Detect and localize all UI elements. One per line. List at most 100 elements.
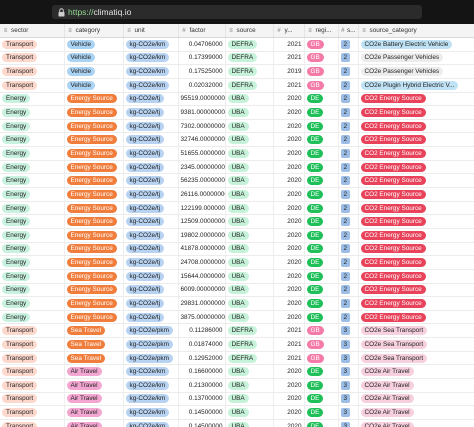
- factor-cell[interactable]: 95519.00000000: [178, 92, 226, 107]
- year-cell[interactable]: 2020: [273, 269, 305, 284]
- sector-cell[interactable]: Transport: [0, 64, 65, 79]
- source-cell[interactable]: UBA: [225, 242, 274, 257]
- factor-cell[interactable]: 19802.00000000: [178, 228, 226, 243]
- sector-cell[interactable]: Energy: [0, 201, 65, 216]
- region-cell[interactable]: GB: [304, 337, 339, 352]
- category-cell[interactable]: Energy Source: [64, 92, 124, 107]
- unit-cell[interactable]: kg-CO2e/tj: [123, 255, 179, 270]
- source-category-cell[interactable]: CO2 Energy Source: [358, 119, 474, 134]
- sector-cell[interactable]: Energy: [0, 132, 65, 148]
- unit-cell[interactable]: kg-CO2e/tj: [123, 228, 179, 243]
- table-row[interactable]: Energy Energy Source kg-CO2e/tj 56235.00000…: [0, 173, 474, 189]
- count-cell[interactable]: 2: [338, 201, 359, 216]
- category-cell[interactable]: Energy Source: [64, 201, 124, 216]
- region-cell[interactable]: DE: [304, 242, 339, 257]
- source-cell[interactable]: DEFRA: [225, 323, 274, 339]
- source-category-cell[interactable]: CO2e Sea Transport: [358, 323, 474, 339]
- unit-cell[interactable]: kg-CO2e/tj: [123, 173, 179, 189]
- source-cell[interactable]: UBA: [225, 405, 274, 420]
- source-cell[interactable]: UBA: [225, 119, 274, 134]
- unit-cell[interactable]: kg-CO2e/tj: [123, 242, 179, 257]
- region-cell[interactable]: GB: [304, 51, 339, 66]
- source-cell[interactable]: UBA: [225, 160, 274, 175]
- table-row[interactable]: Energy Energy Source kg-CO2e/tj 24708.00000…: [0, 255, 474, 270]
- year-cell[interactable]: 2021: [273, 323, 305, 339]
- region-cell[interactable]: DE: [304, 228, 339, 243]
- region-cell[interactable]: DE: [304, 187, 339, 202]
- sector-cell[interactable]: Transport: [0, 323, 65, 339]
- unit-cell[interactable]: kg-CO2e/km: [123, 51, 179, 66]
- table-row[interactable]: Energy Energy Source kg-CO2e/tj 122199.0000…: [0, 201, 474, 216]
- category-cell[interactable]: Energy Source: [64, 146, 124, 161]
- source-category-cell[interactable]: CO2e Sea Transport: [358, 337, 474, 352]
- category-cell[interactable]: Vehicle: [64, 37, 124, 52]
- factor-cell[interactable]: 41878.00000000: [178, 242, 226, 257]
- unit-cell[interactable]: kg-CO2e/km: [123, 378, 179, 393]
- count-cell[interactable]: 3: [338, 351, 359, 366]
- unit-cell[interactable]: kg-CO2e/tj: [123, 201, 179, 216]
- source-category-cell[interactable]: CO2e Passenger Vehicles: [358, 64, 474, 79]
- sector-cell[interactable]: Energy: [0, 283, 65, 298]
- category-cell[interactable]: Energy Source: [64, 214, 124, 229]
- table-row[interactable]: Transport Air Travel kg-CO2e/km 0.21300000 U…: [0, 378, 474, 393]
- column-header-source[interactable]: ≡ source: [225, 24, 274, 38]
- year-cell[interactable]: 2021: [273, 37, 305, 52]
- source-cell[interactable]: DEFRA: [225, 351, 274, 366]
- table-row[interactable]: Energy Energy Source kg-CO2e/tj 15644.00000…: [0, 269, 474, 284]
- category-cell[interactable]: Vehicle: [64, 64, 124, 79]
- sector-cell[interactable]: Energy: [0, 160, 65, 175]
- count-cell[interactable]: 2: [338, 187, 359, 202]
- source-cell[interactable]: UBA: [225, 392, 274, 407]
- sector-cell[interactable]: Transport: [0, 51, 65, 66]
- year-cell[interactable]: 2020: [273, 228, 305, 243]
- region-cell[interactable]: DE: [304, 310, 339, 325]
- table-row[interactable]: Energy Energy Source kg-CO2e/tj 3875.000000…: [0, 310, 474, 325]
- category-cell[interactable]: Vehicle: [64, 78, 124, 93]
- count-cell[interactable]: 2: [338, 283, 359, 298]
- year-cell[interactable]: 2020: [273, 132, 305, 148]
- sector-cell[interactable]: Energy: [0, 296, 65, 311]
- unit-cell[interactable]: kg-CO2e/tj: [123, 146, 179, 161]
- region-cell[interactable]: DE: [304, 419, 339, 427]
- count-cell[interactable]: 3: [338, 337, 359, 352]
- column-header-unit[interactable]: ≡ unit: [123, 24, 179, 38]
- sector-cell[interactable]: Energy: [0, 119, 65, 134]
- count-cell[interactable]: 2: [338, 228, 359, 243]
- table-row[interactable]: Energy Energy Source kg-CO2e/tj 7302.000000…: [0, 119, 474, 134]
- count-cell[interactable]: 2: [338, 310, 359, 325]
- source-category-cell[interactable]: CO2e Air Travel: [358, 378, 474, 393]
- source-category-cell[interactable]: CO2 Energy Source: [358, 201, 474, 216]
- region-cell[interactable]: DE: [304, 160, 339, 175]
- count-cell[interactable]: 2: [338, 173, 359, 189]
- year-cell[interactable]: 2020: [273, 255, 305, 270]
- table-row[interactable]: Transport Air Travel kg-CO2e/km 0.14500000 U…: [0, 419, 474, 427]
- category-cell[interactable]: Sea Travel: [64, 351, 124, 366]
- source-category-cell[interactable]: CO2 Energy Source: [358, 146, 474, 161]
- source-category-cell[interactable]: CO2 Energy Source: [358, 255, 474, 270]
- source-cell[interactable]: UBA: [225, 92, 274, 107]
- year-cell[interactable]: 2021: [273, 51, 305, 66]
- source-category-cell[interactable]: CO2 Energy Source: [358, 310, 474, 325]
- count-cell[interactable]: 2: [338, 214, 359, 229]
- year-cell[interactable]: 2020: [273, 378, 305, 393]
- year-cell[interactable]: 2020: [273, 296, 305, 311]
- source-category-cell[interactable]: CO2e Sea Transport: [358, 351, 474, 366]
- source-cell[interactable]: UBA: [225, 214, 274, 229]
- factor-cell[interactable]: 56235.00000000: [178, 173, 226, 189]
- year-cell[interactable]: 2020: [273, 392, 305, 407]
- table-row[interactable]: Transport Sea Travel kg-CO2e/pkm 0.01874000…: [0, 337, 474, 352]
- year-cell[interactable]: 2020: [273, 92, 305, 107]
- column-header-count[interactable]: # s...: [338, 24, 359, 38]
- factor-cell[interactable]: 2345.00000000: [178, 160, 226, 175]
- unit-cell[interactable]: kg-CO2e/pkm: [123, 337, 179, 352]
- unit-cell[interactable]: kg-CO2e/km: [123, 364, 179, 380]
- region-cell[interactable]: DE: [304, 92, 339, 107]
- sector-cell[interactable]: Transport: [0, 378, 65, 393]
- factor-cell[interactable]: 32746.00000000: [178, 132, 226, 148]
- unit-cell[interactable]: kg-CO2e/tj: [123, 160, 179, 175]
- unit-cell[interactable]: kg-CO2e/tj: [123, 119, 179, 134]
- source-category-cell[interactable]: CO2 Energy Source: [358, 296, 474, 311]
- category-cell[interactable]: Vehicle: [64, 51, 124, 66]
- table-row[interactable]: Energy Energy Source kg-CO2e/tj 6009.000000…: [0, 283, 474, 298]
- count-cell[interactable]: 2: [338, 119, 359, 134]
